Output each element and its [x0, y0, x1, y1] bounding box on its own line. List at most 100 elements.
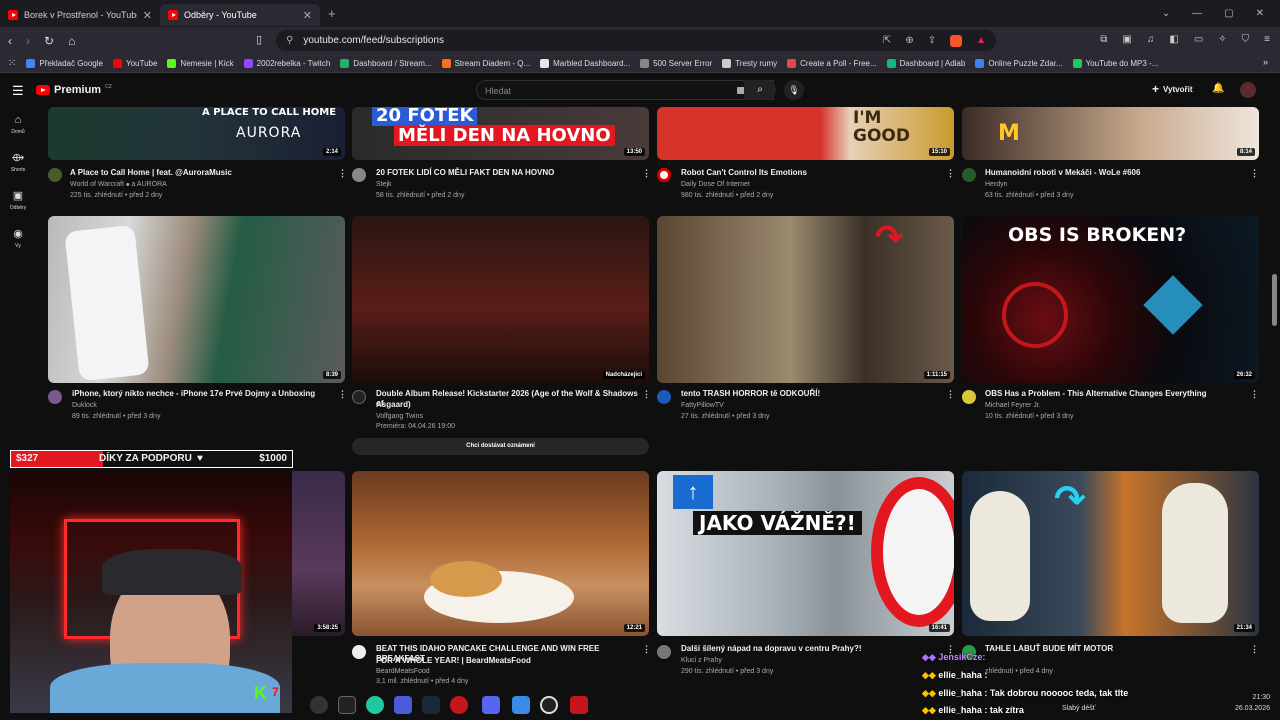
video-thumbnail[interactable]: 20 FOTEK MĚLI DEN NA HOVNO 13:50	[352, 107, 649, 160]
video-title[interactable]: iPhone, ktorý nikto nechce - iPhone 17e …	[72, 389, 334, 399]
share-icon[interactable]: ⇪	[928, 35, 936, 47]
more-bookmarks-icon[interactable]: »	[1263, 57, 1268, 67]
search-input[interactable]: Hledat	[476, 80, 774, 100]
video-thumbnail[interactable]: A PLACE TO CALL HOME AURORA 2:14	[48, 107, 345, 160]
video-menu-icon[interactable]: ⋮	[338, 168, 347, 179]
sidebar-item-you[interactable]: ◉ Vy	[0, 221, 36, 259]
tray-weather[interactable]: Slabý déšť	[1062, 705, 1095, 712]
video-menu-icon[interactable]: ⋮	[946, 168, 955, 179]
video-title[interactable]: tento TRASH HORROR tě ODKOUŘÍ!	[681, 389, 943, 399]
extensions-icon[interactable]: ⧉	[1100, 34, 1107, 45]
video-title-line-2[interactable]: FOR A WHOLE YEAR! | BeardMeatsFood	[376, 656, 646, 666]
create-button[interactable]: + Vytvořit	[1152, 82, 1193, 96]
sidebar-icon[interactable]: ◧	[1169, 34, 1178, 45]
video-title[interactable]: TAHLE LABUŤ BUDE MÍT MOTOR	[985, 644, 1185, 654]
guide-menu-icon[interactable]: ☰	[12, 83, 24, 99]
video-channel[interactable]: Kluci z Prahy	[681, 656, 722, 666]
video-menu-icon[interactable]: ⋮	[1250, 168, 1259, 179]
bookmark-icon[interactable]: ▯	[256, 33, 262, 46]
video-channel[interactable]: FattyPillowTV	[681, 401, 724, 411]
youtube-logo[interactable]: Premium CZ	[36, 84, 112, 96]
forward-icon[interactable]: ›	[26, 34, 30, 48]
notepad-icon[interactable]	[512, 696, 530, 714]
media-icon[interactable]: ♫	[1147, 34, 1155, 45]
bookmark-item[interactable]: 500 Server Error	[640, 58, 712, 68]
bookmark-item[interactable]: Dashboard | Adlab	[886, 58, 965, 68]
menu-icon[interactable]: ≡	[1264, 34, 1270, 45]
channel-avatar[interactable]	[352, 390, 366, 404]
url-text[interactable]: youtube.com/feed/subscriptions	[303, 35, 444, 46]
bookmark-item[interactable]: Online Puzzle Zdar...	[975, 58, 1063, 68]
video-channel[interactable]: Michael Feyrer Jr.	[985, 401, 1041, 411]
notifications-bell-icon[interactable]: 🔔	[1212, 83, 1224, 94]
channel-avatar[interactable]	[352, 168, 366, 182]
video-title[interactable]: A Place to Call Home | feat. @AuroraMusi…	[70, 168, 332, 178]
video-thumbnail[interactable]: ↷ 1:11:15	[657, 216, 954, 383]
tab-close-icon[interactable]: ✕	[143, 9, 152, 22]
bookmark-item[interactable]: Tresty rumy	[722, 58, 777, 68]
sidebar-item-home[interactable]: ⌂ Domů	[0, 107, 36, 145]
browser-tab-2[interactable]: Odběry - YouTube ✕	[160, 4, 320, 26]
obs-icon[interactable]	[540, 696, 558, 714]
video-title[interactable]: 20 FOTEK LIDÍ CO MĚLI FAKT DEN NA HOVNO	[376, 168, 638, 178]
video-thumbnail[interactable]: 3:58:25	[292, 471, 345, 636]
page-scrollbar[interactable]	[1272, 274, 1277, 326]
home-icon[interactable]: ⌂	[68, 34, 75, 48]
notify-me-button[interactable]: Chci dostávat oznámení	[352, 438, 649, 455]
steam-icon[interactable]	[422, 696, 440, 714]
leo-icon[interactable]: ✧	[1218, 34, 1226, 45]
video-menu-icon[interactable]: ⋮	[642, 389, 651, 400]
channel-avatar[interactable]	[352, 645, 366, 659]
brave-shields-icon[interactable]	[950, 34, 963, 47]
app-icon[interactable]	[570, 696, 588, 714]
close-window-icon[interactable]: ✕	[1256, 8, 1264, 19]
video-title[interactable]: Humanoidní roboti v Mekáči - WoLe #606	[985, 168, 1247, 178]
reload-icon[interactable]: ↻	[44, 34, 54, 48]
video-channel[interactable]: Stejk	[376, 180, 392, 190]
vpn-icon[interactable]: ⛉	[1242, 34, 1250, 45]
video-channel[interactable]: BeardMeatsFood	[376, 667, 430, 677]
minimize-icon[interactable]: —	[1192, 8, 1202, 19]
bookmark-item[interactable]: 2002rebelka - Twitch	[243, 58, 330, 68]
video-thumbnail[interactable]: ↑ JAKO VÁŽNĚ?! 16:41	[657, 471, 954, 636]
channel-avatar[interactable]	[657, 390, 671, 404]
video-channel[interactable]: Volfgang Twins	[376, 412, 423, 422]
tray-date[interactable]: 26.03.2026	[1235, 703, 1270, 714]
back-icon[interactable]: ‹	[8, 34, 12, 48]
tray-time[interactable]: 21:30	[1235, 692, 1270, 703]
epic-games-icon[interactable]	[338, 696, 356, 714]
voice-search-button[interactable]: 🎙	[784, 80, 804, 100]
bookmark-item[interactable]: Překladač Google	[26, 58, 103, 68]
video-menu-icon[interactable]: ⋮	[642, 168, 651, 179]
video-thumbnail[interactable]: 8:39	[48, 216, 345, 383]
bookmark-item[interactable]: Stream Diadem - Q...	[441, 58, 530, 68]
bookmark-item[interactable]: Marbled Dashboard...	[540, 58, 630, 68]
channel-avatar[interactable]	[962, 168, 976, 182]
video-title[interactable]: Robot Can't Control Its Emotions	[681, 168, 943, 178]
video-title[interactable]: Další šílený nápad na dopravu v centru P…	[681, 644, 943, 654]
video-thumbnail[interactable]: I'M GOOD 15:10	[657, 107, 954, 160]
sidebar-item-shorts[interactable]: ⟴ Shorts	[0, 145, 36, 183]
wallet-icon[interactable]: ▭	[1194, 34, 1203, 45]
app-icon[interactable]	[394, 696, 412, 714]
brave-rewards-icon[interactable]: ▲	[976, 35, 986, 47]
channel-avatar[interactable]	[657, 645, 671, 659]
video-title-line-2[interactable]: Asgaard)	[376, 400, 638, 410]
app-icon[interactable]	[310, 696, 328, 714]
video-title[interactable]: OBS Has a Problem - This Alternative Cha…	[985, 389, 1247, 399]
open-external-icon[interactable]: ⇱	[883, 35, 891, 47]
bookmark-item[interactable]: Dashboard / Stream...	[340, 58, 432, 68]
discord-icon[interactable]	[482, 696, 500, 714]
bookmark-item[interactable]: YouTube	[112, 58, 157, 68]
bookmark-item[interactable]: Create a Poll - Free...	[787, 58, 877, 68]
video-menu-icon[interactable]: ⋮	[642, 644, 651, 655]
channel-avatar[interactable]	[48, 390, 62, 404]
channel-avatar[interactable]	[48, 168, 62, 182]
app-icon[interactable]	[450, 696, 468, 714]
video-menu-icon[interactable]: ⋮	[946, 389, 955, 400]
video-menu-icon[interactable]: ⋮	[1250, 644, 1259, 655]
video-thumbnail[interactable]: ↷ 21:34	[962, 471, 1259, 636]
video-channel[interactable]: Daily Dose Of Internet	[681, 180, 750, 190]
channel-avatar[interactable]	[962, 390, 976, 404]
video-thumbnail[interactable]: Nadcházející	[352, 216, 649, 383]
